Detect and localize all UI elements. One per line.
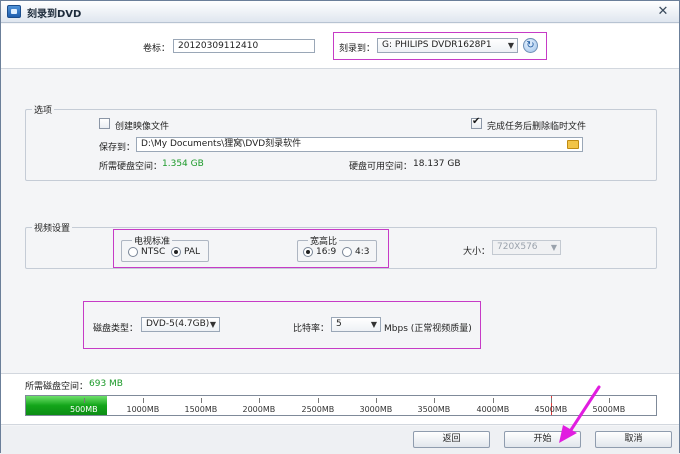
burn-to-dvd-window: 刻录到DVD ✕ 卷标： 20120309112410 刻录到： G: PHIL… xyxy=(0,0,680,453)
meter-tick-label: 4500MB xyxy=(534,405,568,414)
required-space-label: 所需硬盘空间： xyxy=(99,162,163,172)
meter-tick-label: 5000MB xyxy=(592,405,626,414)
options-title: 选项 xyxy=(32,103,55,116)
back-button[interactable]: 返回 xyxy=(413,431,490,448)
burn-to-select[interactable]: G: PHILIPS DVDR1628P1 ▼ xyxy=(377,38,518,53)
folder-icon[interactable] xyxy=(567,140,579,149)
meter-tick xyxy=(318,398,319,403)
meter-tick xyxy=(434,398,435,403)
meter-tick xyxy=(551,398,552,403)
required-disc-space-label: 所需磁盘空间： xyxy=(25,382,89,392)
meter-tick-label: 1000MB xyxy=(126,405,160,414)
volume-input[interactable]: 20120309112410 xyxy=(173,39,315,53)
chevron-down-icon: ▼ xyxy=(550,243,557,252)
meter-tick-label: 3000MB xyxy=(359,405,393,414)
bitrate-select[interactable]: 5 ▼ xyxy=(331,317,381,332)
save-to-label: 保存到： xyxy=(99,143,136,153)
volume-label: 卷标： xyxy=(143,44,171,54)
burn-to-label: 刻录到： xyxy=(339,44,376,54)
meter-tick-label: 4000MB xyxy=(476,405,510,414)
aspect-16-9-radio[interactable] xyxy=(303,247,313,257)
aspect-4-3-label: 4:3 xyxy=(355,247,370,257)
bitrate-unit: Mbps (正常视频质量) xyxy=(384,324,472,334)
aspect-4-3-radio[interactable] xyxy=(342,247,352,257)
required-disc-space-value: 693 MB xyxy=(89,379,123,389)
close-button[interactable]: ✕ xyxy=(655,4,671,19)
create-image-label: 创建映像文件 xyxy=(115,122,170,132)
meter-tick xyxy=(493,398,494,403)
create-image-checkbox[interactable] xyxy=(99,118,110,129)
aspect-16-9-label: 16:9 xyxy=(316,247,337,257)
ntsc-radio[interactable] xyxy=(128,247,138,257)
pal-label: PAL xyxy=(184,247,201,257)
title-bar: 刻录到DVD ✕ xyxy=(1,1,679,23)
chevron-down-icon: ▼ xyxy=(507,41,514,50)
meter-tick-label: 1500MB xyxy=(184,405,218,414)
size-value: 720X576 xyxy=(497,242,538,252)
meter-tick xyxy=(609,398,610,403)
chevron-down-icon: ▼ xyxy=(370,320,377,329)
meter-tick xyxy=(143,398,144,403)
meter-tick-label: 500MB xyxy=(70,405,98,414)
meter-tick xyxy=(201,398,202,403)
available-space-value: 18.137 GB xyxy=(413,159,461,169)
cancel-button[interactable]: 取消 xyxy=(595,431,672,448)
start-button[interactable]: 开始 xyxy=(504,431,581,448)
burn-to-value: G: PHILIPS DVDR1628P1 xyxy=(382,40,492,50)
chevron-down-icon: ▼ xyxy=(209,320,216,329)
meter-tick xyxy=(259,398,260,403)
disc-type-select[interactable]: DVD-5(4.7GB) ▼ xyxy=(141,317,220,332)
bitrate-value: 5 xyxy=(336,319,342,329)
bitrate-label: 比特率： xyxy=(293,324,330,334)
available-space-label: 硬盘可用空间： xyxy=(349,162,413,172)
pal-radio[interactable] xyxy=(171,247,181,257)
video-settings-title: 视频设置 xyxy=(32,221,73,234)
meter-tick-label: 2500MB xyxy=(301,405,335,414)
window-title: 刻录到DVD xyxy=(27,9,82,20)
meter-tick xyxy=(376,398,377,403)
save-to-path-input[interactable]: D:\My Documents\狸窝\DVD刻录软件 xyxy=(136,137,583,152)
refresh-drives-icon[interactable]: ↻ xyxy=(523,38,538,53)
meter-tick xyxy=(84,398,85,403)
delete-temp-label: 完成任务后删除临时文件 xyxy=(487,122,587,132)
dvd-app-icon xyxy=(7,5,21,18)
disc-type-value: DVD-5(4.7GB) xyxy=(146,319,210,329)
meter-tick-label: 3500MB xyxy=(417,405,451,414)
ntsc-label: NTSC xyxy=(141,247,166,257)
size-select[interactable]: 720X576 ▼ xyxy=(492,240,561,255)
size-label: 大小： xyxy=(463,247,491,257)
required-space-value: 1.354 GB xyxy=(162,159,204,169)
disc-type-label: 磁盘类型： xyxy=(93,324,139,334)
delete-temp-checkbox[interactable] xyxy=(471,116,482,129)
tv-standard-title: 电视标准 xyxy=(132,234,173,247)
aspect-ratio-title: 宽高比 xyxy=(308,234,340,247)
save-to-path: D:\My Documents\狸窝\DVD刻录软件 xyxy=(141,139,302,149)
meter-tick-label: 2000MB xyxy=(242,405,276,414)
top-panel: 卷标： 20120309112410 刻录到： G: PHILIPS DVDR1… xyxy=(1,24,679,69)
disc-usage-meter: 500MB 1000MB 1500MB 2000MB 2500MB 3000MB 3500M… xyxy=(25,395,657,416)
